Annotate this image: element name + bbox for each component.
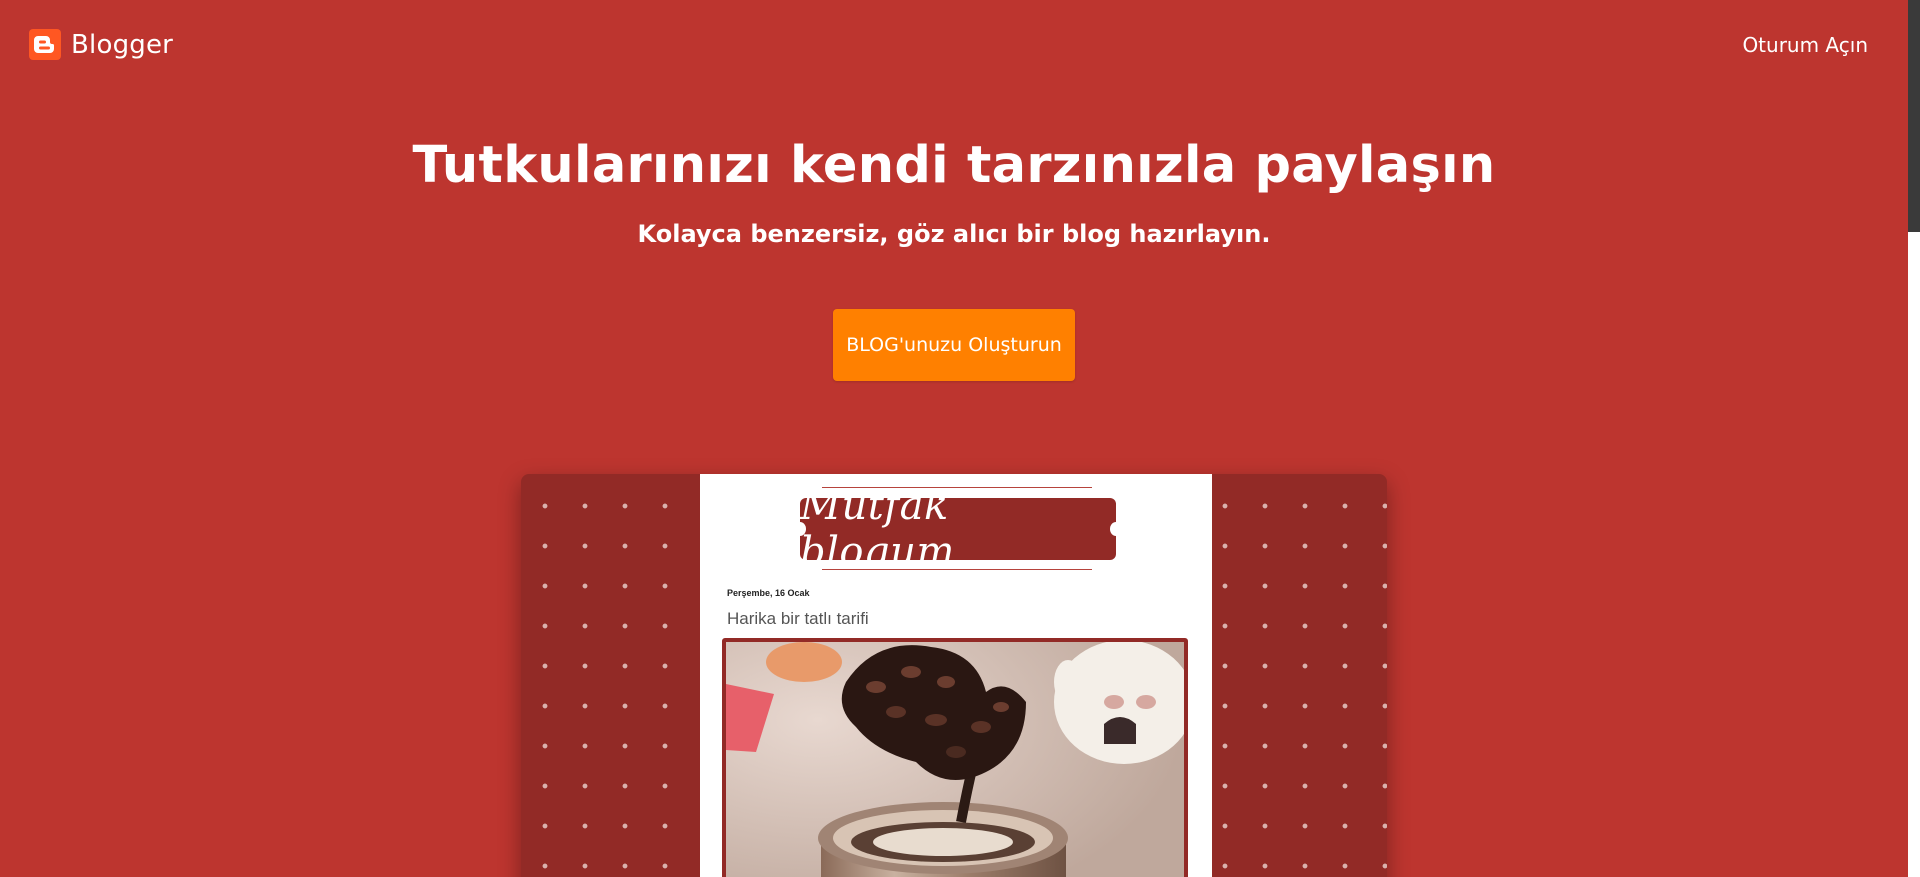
post-date: Perşembe, 16 Ocak	[727, 588, 810, 598]
post-title: Harika bir tatlı tarifi	[727, 609, 869, 628]
scrollbar-track[interactable]	[1908, 0, 1920, 877]
banner-bottom-rule	[822, 569, 1092, 570]
blogger-logo-icon	[29, 29, 61, 60]
hero-title: Tutkularınızı kendi tarzınızla paylaşın	[412, 136, 1496, 195]
scrollbar-thumb[interactable]	[1908, 0, 1920, 232]
hero-subtitle: Kolayca benzersiz, göz alıcı bir blog ha…	[637, 220, 1271, 248]
create-blog-button[interactable]: BLOG'unuzu Oluşturun	[833, 309, 1075, 381]
blog-title: Mutfak blogum	[800, 483, 955, 575]
post-photo	[722, 638, 1188, 877]
signin-link[interactable]: Oturum Açın	[1742, 33, 1868, 57]
blog-preview: Mutfak blogum Perşembe, 16 Ocak Harika b…	[521, 474, 1387, 877]
brand-name: Blogger	[71, 29, 174, 60]
dessert-photo-illustration	[726, 642, 1184, 877]
blogger-logo-link[interactable]: Blogger	[29, 29, 173, 60]
landing-page: Blogger Oturum Açın Tutkularınızı kendi …	[0, 0, 1920, 877]
blog-banner: Mutfak blogum	[794, 483, 1122, 575]
blog-preview-page: Mutfak blogum Perşembe, 16 Ocak Harika b…	[700, 474, 1212, 877]
